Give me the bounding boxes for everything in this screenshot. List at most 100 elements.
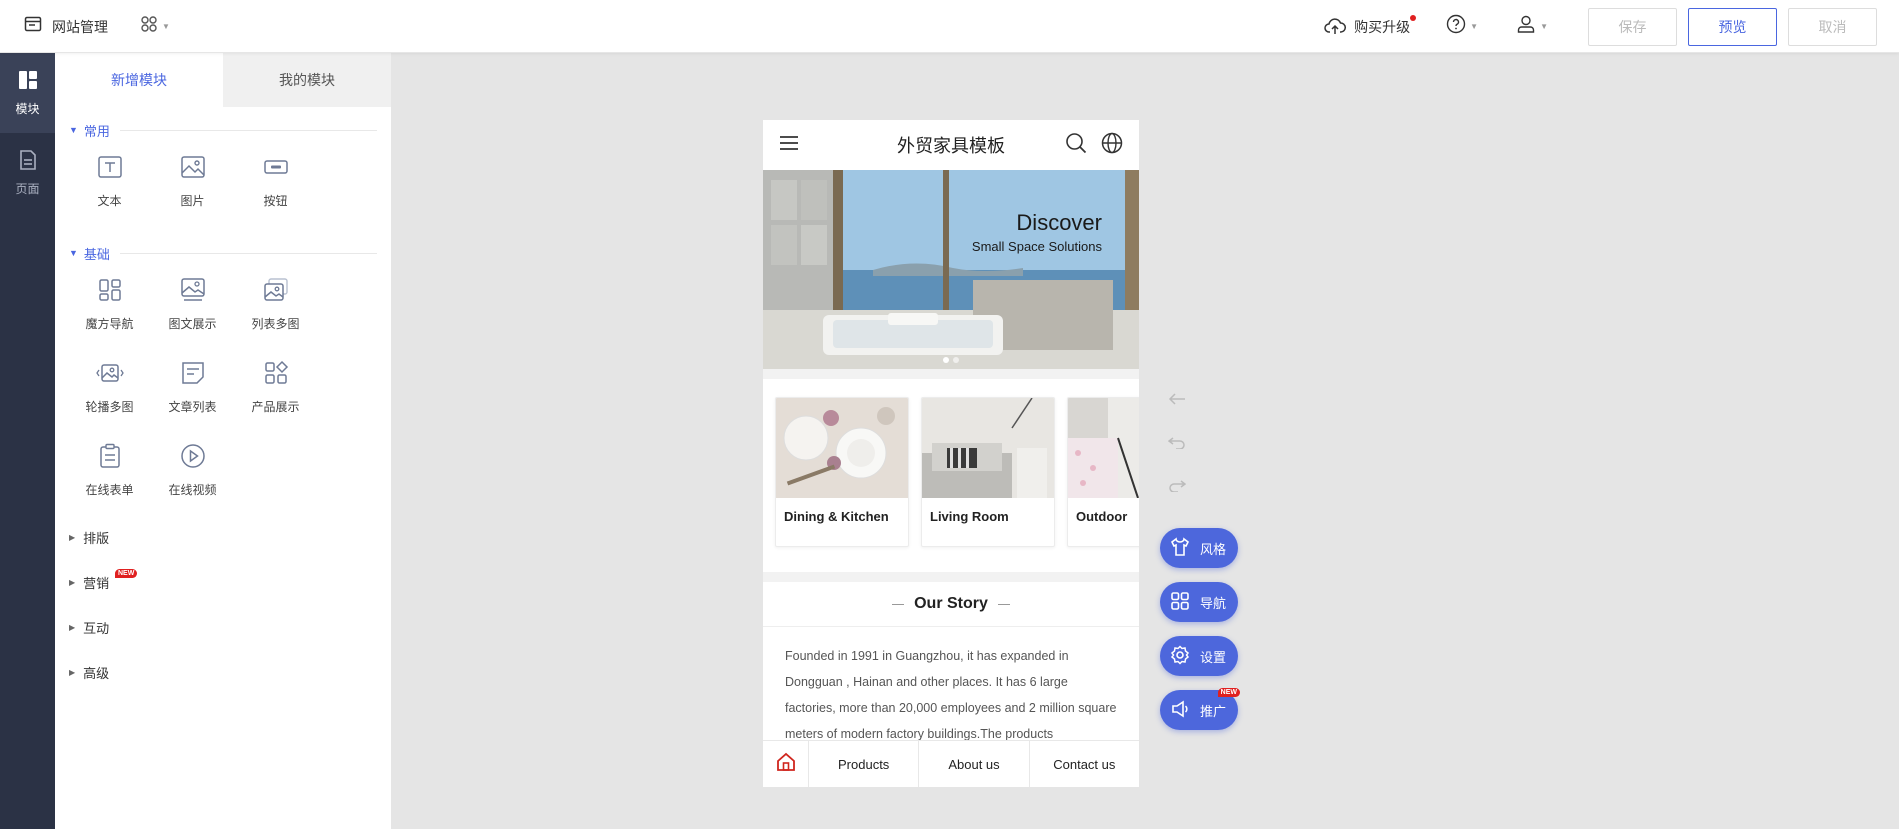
image-icon [179, 153, 207, 184]
home-tab[interactable] [763, 752, 808, 777]
fab-label: 风格 [1200, 541, 1227, 557]
product-icon [262, 359, 290, 390]
tab-about-us[interactable]: About us [918, 740, 1028, 787]
section-label: 排版 [83, 531, 110, 546]
section-layout[interactable]: ▶ 排版 [55, 515, 391, 560]
fab-label: 设置 [1200, 649, 1227, 665]
caret-down-icon: ▼ [69, 125, 78, 135]
bathroom-photo [763, 170, 1139, 369]
dining-image [776, 398, 908, 498]
apps-menu[interactable]: ▼ [140, 15, 170, 38]
globe-icon[interactable] [1101, 132, 1123, 159]
category-label: Dining & Kitchen [784, 509, 889, 524]
story-title-text: Our Story [914, 595, 988, 612]
rail-item-pages[interactable]: 页面 [0, 133, 55, 213]
article-list-icon [179, 359, 207, 390]
upgrade-button[interactable]: 购买升级 [1324, 14, 1417, 37]
tab-products[interactable]: Products [808, 740, 918, 787]
module-label: 列表多图 [251, 316, 300, 331]
caret-down-icon: ▼ [69, 248, 78, 258]
website-manage-icon[interactable] [24, 15, 42, 38]
module-carousel[interactable]: 轮播多图 [68, 345, 151, 428]
navigation-button[interactable]: 导航 [1160, 582, 1238, 622]
module-form[interactable]: 在线表单 [68, 428, 151, 511]
module-button[interactable]: 按钮 [234, 139, 317, 222]
cloud-upload-icon [1324, 17, 1347, 36]
section-label: 高级 [83, 666, 110, 681]
tab-contact-us[interactable]: Contact us [1028, 740, 1139, 787]
category-card[interactable]: Dining & Kitchen [775, 397, 909, 547]
chevron-down-icon: ▼ [162, 22, 170, 31]
carousel-icon [95, 359, 124, 390]
tab-add-modules[interactable]: 新增模块 [55, 53, 223, 107]
phone-preview[interactable]: 外贸家具模板 Discover Small Space Solutions Di… [763, 120, 1139, 787]
tab-my-modules[interactable]: 我的模块 [223, 53, 391, 107]
apps-grid-icon [140, 15, 158, 38]
category-card[interactable]: Outdoor [1067, 397, 1139, 547]
save-button[interactable]: 保存 [1588, 7, 1677, 46]
promotion-button[interactable]: 推广 NEW [1160, 688, 1240, 730]
module-image-text[interactable]: 图文展示 [151, 262, 234, 345]
module-video[interactable]: 在线视频 [151, 428, 234, 511]
cube-nav-icon [96, 276, 124, 307]
search-icon[interactable] [1065, 132, 1087, 159]
module-image[interactable]: 图片 [151, 139, 234, 222]
outdoor-image [1068, 398, 1139, 498]
basic-module-grid: 魔方导航 图文展示 列表多图 轮播多图 文章列表 产品展示 在线表单 在线视频 [55, 262, 391, 511]
preview-button[interactable]: 预览 [1688, 7, 1777, 46]
module-text[interactable]: 文本 [68, 139, 151, 222]
carousel-dots[interactable] [943, 357, 959, 363]
caret-right-icon: ▶ [69, 623, 76, 632]
module-label: 魔方导航 [85, 316, 134, 331]
cancel-button[interactable]: 取消 [1788, 7, 1877, 46]
rail-item-modules[interactable]: 模块 [0, 53, 55, 133]
settings-button[interactable]: 设置 [1160, 636, 1238, 676]
redo-icon[interactable] [1168, 478, 1187, 497]
arrow-left-icon[interactable] [1168, 392, 1186, 411]
megaphone-icon [1170, 699, 1190, 722]
module-label: 按钮 [263, 193, 288, 208]
hero-banner[interactable]: Discover Small Space Solutions [763, 170, 1139, 369]
section-marketing[interactable]: ▶ 营销 NEW [55, 560, 391, 605]
home-icon [776, 752, 796, 777]
banner-subheading: Small Space Solutions [971, 239, 1102, 254]
undo-icon[interactable] [1167, 435, 1186, 454]
menu-icon[interactable] [779, 134, 799, 157]
video-icon [179, 442, 207, 473]
help-icon [1446, 14, 1466, 39]
divider [119, 129, 377, 131]
story-title: Our Story [763, 582, 1139, 627]
form-icon [96, 442, 124, 473]
section-basic-label: 基础 [83, 246, 110, 262]
gear-icon [1170, 644, 1190, 668]
website-manage-title[interactable]: 网站管理 [52, 17, 108, 37]
dash-decoration [997, 603, 1010, 605]
style-button[interactable]: 风格 [1160, 528, 1238, 568]
caret-right-icon: ▶ [69, 578, 76, 587]
help-menu[interactable]: ▼ [1446, 14, 1478, 39]
section-basic-header[interactable]: ▼ 基础 [55, 244, 391, 262]
module-article-list[interactable]: 文章列表 [151, 345, 234, 428]
category-label: Outdoor [1076, 509, 1128, 524]
notification-dot [1410, 14, 1417, 21]
user-icon [1516, 14, 1536, 39]
module-cube-nav[interactable]: 魔方导航 [68, 262, 151, 345]
rail-label-pages: 页面 [15, 182, 40, 196]
new-badge: NEW [1217, 688, 1240, 697]
top-bar: 网站管理 ▼ 购买升级 ▼ ▼ 保存 预览 取消 [0, 0, 1899, 53]
module-list-images[interactable]: 列表多图 [234, 262, 317, 345]
text-icon [96, 153, 124, 184]
carousel-dot[interactable] [953, 357, 959, 363]
section-interactive[interactable]: ▶ 互动 [55, 605, 391, 650]
module-product[interactable]: 产品展示 [234, 345, 317, 428]
phone-header: 外贸家具模板 [763, 120, 1139, 170]
section-label: 互动 [83, 621, 110, 636]
user-menu[interactable]: ▼ [1516, 14, 1548, 39]
category-card[interactable]: Living Room [921, 397, 1055, 547]
section-common-header[interactable]: ▼ 常用 [55, 121, 391, 139]
section-advanced[interactable]: ▶ 高级 [55, 650, 391, 695]
living-room-image [922, 398, 1054, 498]
modules-icon [17, 69, 39, 94]
list-images-icon [262, 276, 290, 307]
carousel-dot[interactable] [943, 357, 949, 363]
